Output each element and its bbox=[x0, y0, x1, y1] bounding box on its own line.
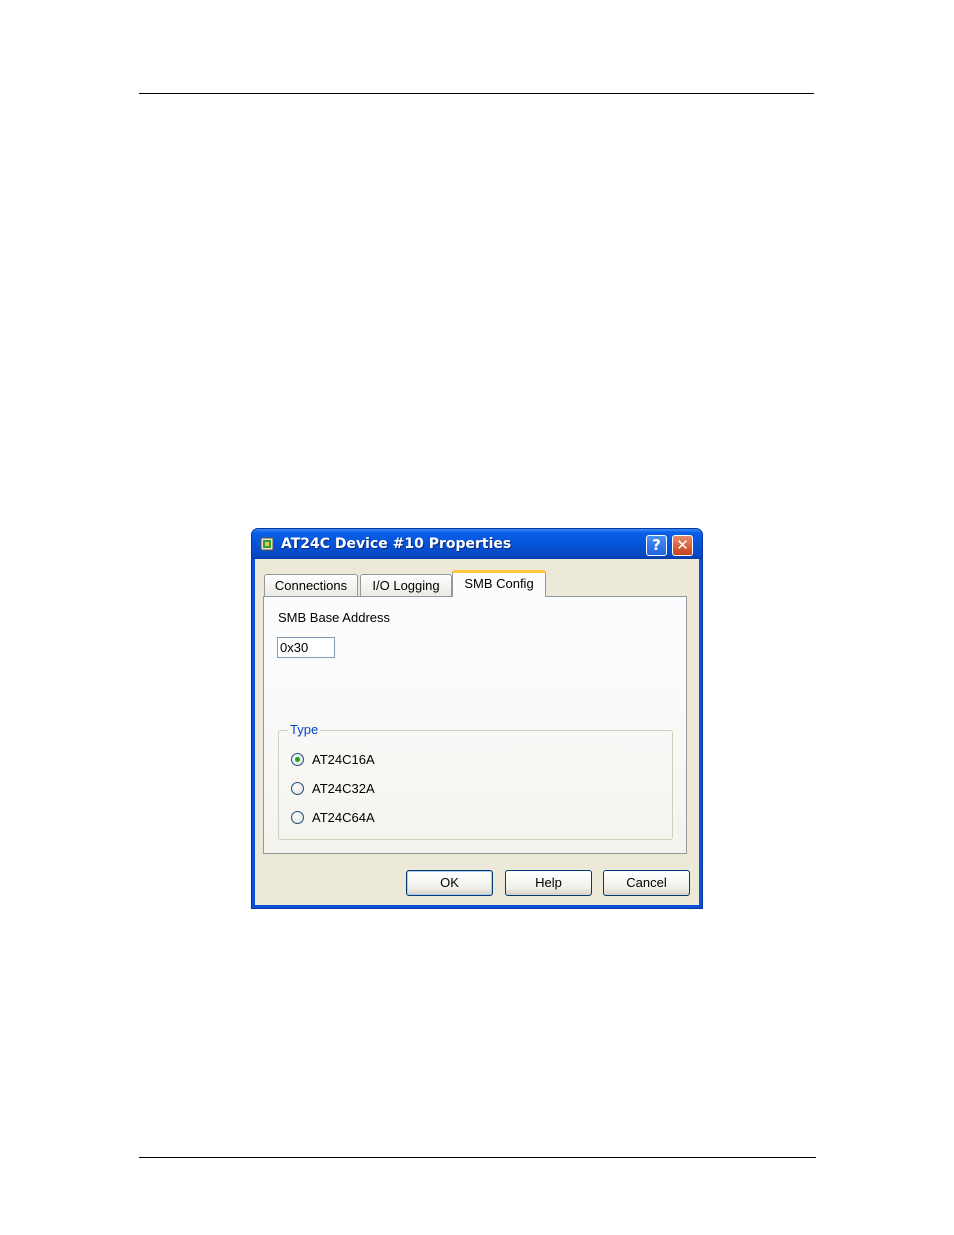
tab-io-logging[interactable]: I/O Logging bbox=[360, 574, 452, 596]
tab-smb-config[interactable]: SMB Config bbox=[452, 570, 546, 597]
type-groupbox: Type AT24C16A AT24C32A AT24C64A bbox=[278, 722, 673, 840]
tab-connections[interactable]: Connections bbox=[264, 574, 358, 596]
page-footer-rule bbox=[139, 1157, 816, 1158]
page-header-rule bbox=[139, 93, 814, 94]
radio-checked-dot bbox=[295, 757, 300, 762]
help-button[interactable]: Help bbox=[505, 870, 592, 896]
type-group-legend: Type bbox=[288, 722, 321, 737]
radio-button[interactable] bbox=[291, 753, 304, 766]
device-icon bbox=[260, 537, 274, 551]
smb-base-address-input[interactable]: 0x30 bbox=[277, 637, 335, 658]
radio-button[interactable] bbox=[291, 782, 304, 795]
question-mark-icon[interactable]: ? bbox=[646, 535, 667, 556]
smb-config-panel: SMB Base Address 0x30 Type AT24C16A AT24… bbox=[263, 596, 687, 854]
dialog-client-area: Connections I/O Logging SMB Config SMB B… bbox=[255, 559, 699, 905]
close-icon[interactable]: ✕ bbox=[672, 535, 693, 556]
window-title: AT24C Device #10 Properties bbox=[281, 536, 512, 552]
ok-button[interactable]: OK bbox=[406, 870, 493, 896]
cancel-button[interactable]: Cancel bbox=[603, 870, 690, 896]
radio-label[interactable]: AT24C64A bbox=[312, 810, 375, 826]
title-bar[interactable]: AT24C Device #10 Properties ? ✕ bbox=[252, 529, 702, 559]
smb-base-address-label: SMB Base Address bbox=[278, 610, 390, 625]
radio-label[interactable]: AT24C32A bbox=[312, 781, 375, 797]
radio-label[interactable]: AT24C16A bbox=[312, 752, 375, 768]
radio-button[interactable] bbox=[291, 811, 304, 824]
properties-dialog: AT24C Device #10 Properties ? ✕ Connecti… bbox=[251, 528, 703, 909]
